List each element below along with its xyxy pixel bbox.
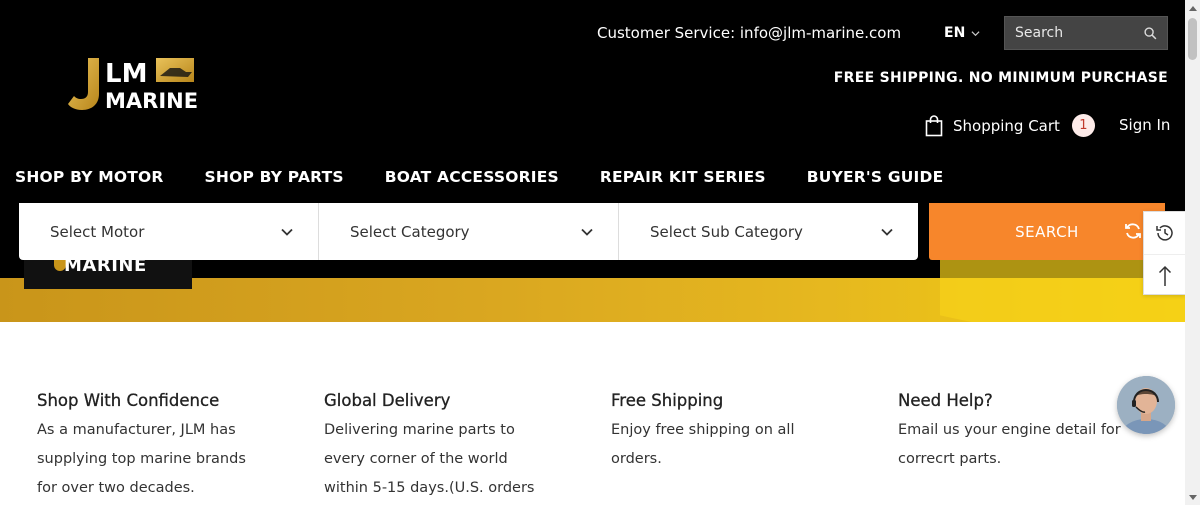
floating-side-tools [1143,211,1185,295]
site-logo[interactable]: LM MARINE [68,56,198,113]
page-scrollbar[interactable] [1185,0,1200,505]
feature-text: As a manufacturer, JLM has supplying top… [37,422,246,496]
features-section: Shop With Confidence As a manufacturer, … [37,390,1185,503]
select-sub-category-label: Select Sub Category [650,222,803,241]
chevron-down-icon [281,228,293,236]
select-sub-category-dropdown[interactable]: Select Sub Category [619,203,918,260]
feature-text: Delivering marine parts to every corner … [324,422,535,496]
nav-boat-accessories[interactable]: BOAT ACCESSORIES [385,168,559,186]
search-button-label: SEARCH [1015,222,1079,241]
chevron-down-icon [971,30,980,36]
feature-text: Enjoy free shipping on all orders. [611,422,795,467]
history-icon [1156,225,1173,241]
logo-text-lm: LM [105,59,147,89]
chevron-down-icon [881,228,893,236]
scroll-up-arrow[interactable] [1185,0,1200,15]
cart-count-badge: 1 [1071,114,1095,137]
customer-service-text[interactable]: Customer Service: info@jlm-marine.com [597,23,901,43]
refresh-icon[interactable] [1123,221,1143,241]
feature-shop-with-confidence: Shop With Confidence As a manufacturer, … [37,390,324,503]
part-finder-bar: Select Motor Select Category Select Sub … [19,203,918,260]
feature-global-delivery: Global Delivery Delivering marine parts … [324,390,611,503]
cart-label: Shopping Cart [953,116,1060,135]
feature-title: Shop With Confidence [37,391,220,410]
select-category-dropdown[interactable]: Select Category [319,203,619,260]
page: LM MARINE Customer Service: info@jlm-mar… [0,0,1185,505]
nav-buyers-guide[interactable]: BUYER'S GUIDE [807,168,944,186]
language-selector[interactable]: EN [944,23,980,43]
search-icon[interactable] [1144,26,1157,40]
recently-viewed-button[interactable] [1144,212,1185,254]
scrollbar-thumb[interactable] [1188,18,1197,60]
free-shipping-banner: FREE SHIPPING. NO MINIMUM PURCHASE [833,70,1168,86]
site-header: LM MARINE Customer Service: info@jlm-mar… [0,0,1185,203]
nav-shop-by-motor[interactable]: SHOP BY MOTOR [15,168,164,186]
logo-text-marine: MARINE [105,89,198,112]
chevron-down-icon [581,228,593,236]
scroll-down-arrow[interactable] [1185,490,1200,505]
language-label: EN [944,25,966,41]
search-input[interactable] [1015,25,1135,41]
nav-repair-kit-series[interactable]: REPAIR KIT SERIES [600,168,766,186]
arrow-up-icon [1158,265,1172,286]
part-search-button[interactable]: SEARCH [929,203,1165,260]
shopping-cart-link[interactable]: Shopping Cart 1 [925,114,1095,137]
header-search [1004,16,1168,50]
select-category-label: Select Category [350,222,470,241]
sign-in-link[interactable]: Sign In [1119,116,1170,134]
shopping-bag-icon [925,114,943,136]
feature-title: Global Delivery [324,391,451,410]
back-to-top-button[interactable] [1144,254,1185,296]
feature-text: Email us your engine detail for correcrt… [898,422,1121,467]
chat-support-avatar[interactable] [1117,376,1175,434]
select-motor-label: Select Motor [50,222,145,241]
main-nav: SHOP BY MOTOR SHOP BY PARTS BOAT ACCESSO… [15,168,943,186]
feature-title: Free Shipping [611,391,724,410]
select-motor-dropdown[interactable]: Select Motor [19,203,319,260]
nav-shop-by-parts[interactable]: SHOP BY PARTS [205,168,344,186]
feature-free-shipping: Free Shipping Enjoy free shipping on all… [611,390,898,503]
